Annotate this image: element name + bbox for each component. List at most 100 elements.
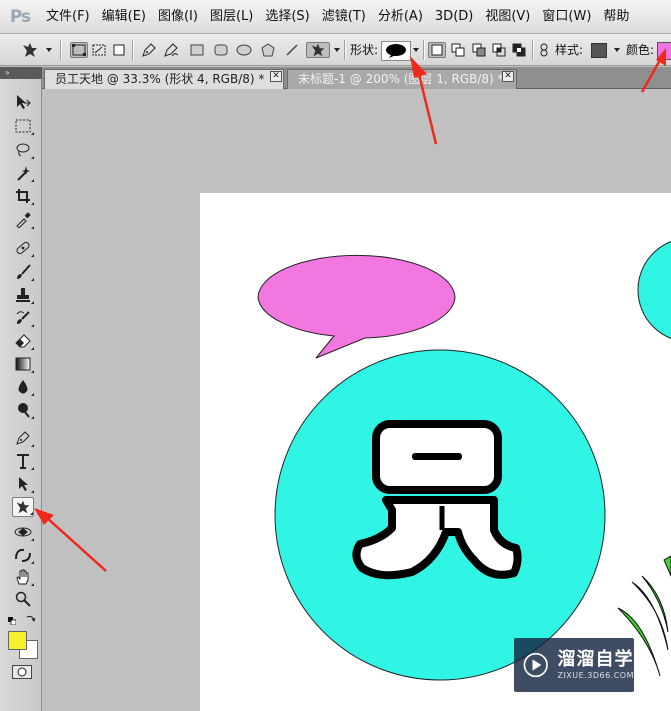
type-tool[interactable] [12, 451, 34, 471]
path-selection-tool[interactable] [12, 474, 34, 494]
menu-bar: Ps 文件(F) 编辑(E) 图像(I) 图层(L) 选择(S) 滤镜(T) 分… [0, 0, 671, 34]
menu-view[interactable]: 视图(V) [479, 0, 536, 34]
menu-layer[interactable]: 图层(L) [204, 0, 259, 34]
photoshop-logo: Ps [9, 6, 31, 27]
ellipse-shape-button[interactable] [235, 42, 253, 58]
blur-tool[interactable] [12, 377, 34, 397]
preset-dropdown-arrow[interactable] [46, 48, 52, 52]
style-picker-swatch[interactable] [591, 43, 607, 58]
menu-analysis[interactable]: 分析(A) [372, 0, 429, 34]
watermark-logo: 溜溜自学 ZIXUE.3D66.COM [514, 638, 634, 692]
color-label: 颜色: [626, 43, 655, 57]
freeform-pen-button[interactable] [162, 42, 180, 58]
paths-button[interactable] [90, 42, 108, 58]
menu-select[interactable]: 选择(S) [259, 0, 315, 34]
shape-layers-icon [72, 44, 86, 56]
menu-3d[interactable]: 3D(D) [429, 0, 479, 34]
close-tab-1-button[interactable]: ✕ [270, 71, 282, 82]
rectangular-marquee-tool[interactable] [12, 116, 34, 136]
freeform-pen-icon [164, 43, 179, 57]
menu-help[interactable]: 帮助 [597, 0, 635, 34]
lasso-tool[interactable] [12, 140, 34, 160]
add-to-shape-button[interactable] [449, 42, 467, 58]
menu-image[interactable]: 图像(I) [152, 0, 204, 34]
water-drop-icon [18, 380, 28, 394]
spot-healing-brush-tool[interactable] [12, 238, 34, 258]
add-area-icon [451, 43, 465, 57]
menu-window[interactable]: 窗口(W) [536, 0, 597, 34]
quick-mask-button[interactable] [12, 665, 32, 679]
hand-tool[interactable] [12, 567, 34, 587]
line-icon [286, 44, 298, 56]
shape-picker[interactable] [381, 41, 411, 61]
intersect-shape-button[interactable] [490, 42, 508, 58]
document-tab-bar: 员工天地 @ 33.3% (形状 4, RGB/8) * ✕ 未标题-1 @ 2… [42, 67, 671, 89]
panel-collapse-handle[interactable]: » [0, 67, 42, 79]
eyedropper-icon [16, 212, 31, 228]
intersect-area-icon [492, 43, 506, 57]
move-tool[interactable] [12, 92, 34, 112]
watermark-url: ZIXUE.3D66.COM [557, 671, 634, 680]
pen-tool-button[interactable] [140, 42, 158, 58]
gradient-tool[interactable] [12, 354, 34, 374]
foreground-color-swatch[interactable] [8, 631, 27, 650]
link-style-button[interactable] [537, 42, 551, 58]
swap-colors-button[interactable] [26, 613, 36, 623]
eraser-tool[interactable] [12, 331, 34, 351]
play-circle-icon [523, 652, 548, 678]
close-tab-2-button[interactable]: ✕ [502, 71, 514, 82]
polygon-shape-button[interactable] [259, 42, 277, 58]
magic-wand-icon [17, 166, 30, 181]
subtract-from-shape-button[interactable] [470, 42, 488, 58]
crop-tool[interactable] [12, 186, 34, 206]
options-bar: 形状: 样式: 颜色: [0, 34, 671, 66]
eyedropper-tool[interactable] [12, 210, 34, 230]
bandage-icon [16, 241, 30, 255]
new-shape-layer-button[interactable] [428, 42, 446, 58]
custom-shape-tool[interactable] [12, 497, 34, 517]
fill-pixels-icon [113, 44, 125, 56]
marquee-icon [15, 119, 31, 133]
polygon-icon [261, 43, 275, 57]
rounded-rectangle-icon [214, 44, 228, 56]
style-dropdown-arrow[interactable] [614, 48, 620, 52]
menu-edit[interactable]: 编辑(E) [96, 0, 152, 34]
shape-tool-dropdown-arrow[interactable] [334, 48, 340, 52]
tool-preset-picker[interactable] [18, 42, 42, 58]
clone-stamp-tool[interactable] [12, 285, 34, 305]
pen-tool[interactable] [12, 428, 34, 448]
pen-icon [16, 431, 30, 445]
history-brush-tool[interactable] [12, 308, 34, 328]
brush-tool[interactable] [12, 262, 34, 282]
tab-label: 未标题-1 @ 200% (图层 1, RGB/8) * [298, 72, 504, 86]
chain-link-icon [540, 43, 548, 57]
shape-label: 形状: [350, 43, 379, 57]
canvas-workspace[interactable] [42, 90, 671, 711]
shape-picker-dropdown-arrow[interactable] [413, 48, 419, 52]
tools-panel: » [0, 67, 42, 711]
line-shape-button[interactable] [283, 42, 301, 58]
fill-color-swatch[interactable] [657, 42, 671, 60]
3d-orbit-tool[interactable] [12, 545, 34, 565]
move-arrow-icon [17, 95, 31, 109]
tab-document-1[interactable]: 员工天地 @ 33.3% (形状 4, RGB/8) * [44, 69, 284, 89]
rectangle-shape-button[interactable] [188, 42, 206, 58]
shape-layers-button[interactable] [70, 42, 88, 58]
fill-pixels-button[interactable] [110, 42, 128, 58]
tab-document-2[interactable]: 未标题-1 @ 200% (图层 1, RGB/8) * [287, 69, 517, 89]
dodge-tool[interactable] [12, 400, 34, 420]
exclude-overlap-button[interactable] [510, 42, 528, 58]
menu-file[interactable]: 文件(F) [40, 0, 96, 34]
exclude-area-icon [512, 43, 526, 57]
zoom-tool[interactable] [12, 589, 34, 609]
history-brush-icon [16, 311, 30, 324]
rounded-rectangle-button[interactable] [212, 42, 230, 58]
3d-rotate-tool[interactable] [12, 522, 34, 542]
document-canvas[interactable] [200, 193, 671, 711]
default-colors-button[interactable] [8, 614, 17, 626]
quick-selection-tool[interactable] [12, 163, 34, 183]
new-layer-mode-icon [431, 44, 443, 56]
menu-filter[interactable]: 滤镜(T) [316, 0, 372, 34]
custom-shape-button[interactable] [306, 42, 330, 58]
magnifier-icon [15, 591, 31, 607]
